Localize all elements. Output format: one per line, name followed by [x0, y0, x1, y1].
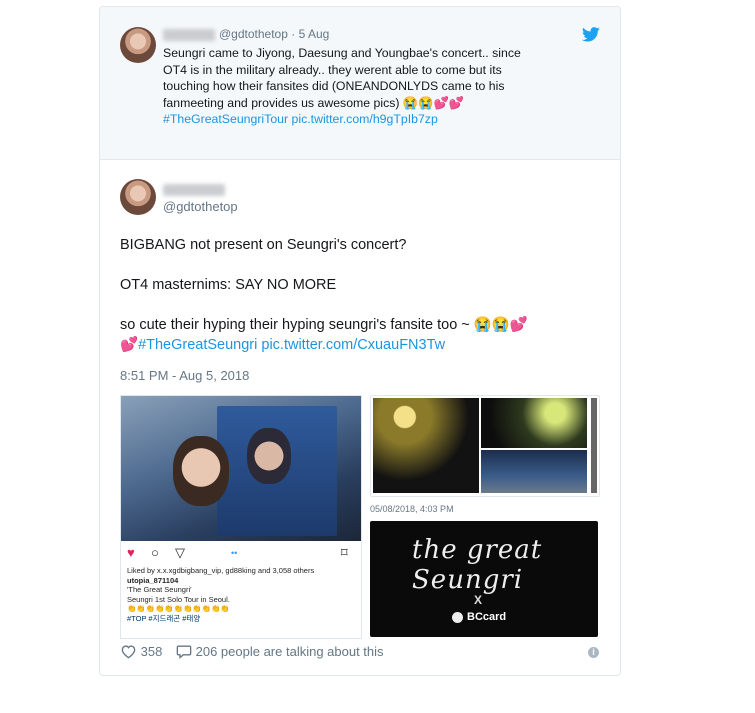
text-line: fanmeeting and provides us awesome pics)… — [163, 95, 465, 110]
scrollbar — [591, 398, 597, 493]
user-handle[interactable]: @gdtothetop — [163, 199, 238, 214]
blurred-display-name — [163, 28, 215, 41]
heart-outline-icon — [121, 645, 136, 659]
likes-text: Liked by x.x.xgdbigbang_vip, gd88king an… — [127, 566, 315, 575]
tweet-text: BIGBANG not present on Seungri's concert… — [120, 235, 600, 355]
twitter-bird-icon[interactable] — [582, 27, 600, 42]
hashtag-link[interactable]: #TheGreatSeungri — [138, 337, 257, 353]
embedded-tweet-card: @gdtothetop · 5 Aug Seungri came to Jiyo… — [99, 6, 621, 676]
great-seungri-bccard-image[interactable]: the great Seungri X BCcard — [370, 521, 598, 637]
pic-link[interactable]: pic.twitter.com/h9gTpIb7zp — [292, 112, 438, 126]
caption-claps: 👏👏👏👏👏👏👏👏👏👏👏 — [127, 604, 230, 613]
user-handle[interactable]: @gdtothetop — [219, 27, 288, 41]
text-line: touching how their fansites did (ONEANDO… — [163, 79, 505, 93]
avatar[interactable] — [120, 27, 156, 63]
like-action[interactable]: 358 — [120, 644, 162, 659]
stage-photo — [373, 398, 479, 493]
tweet-line-text: so cute their hyping their hyping seungr… — [120, 317, 528, 333]
speech-bubble-icon — [176, 645, 192, 659]
quoted-links: #TheGreatSeungriTour pic.twitter.com/h9g… — [163, 111, 593, 128]
heart-emoji: 💕 — [120, 337, 139, 353]
instagram-screenshot-image[interactable]: ♥ ○ ▽ •• ⌑ Liked by x.x.xgdbigbang_vip, … — [120, 395, 362, 639]
caption-line: 'The Great Seungri' — [127, 585, 192, 594]
avatar[interactable] — [120, 179, 156, 215]
person-face — [173, 436, 229, 506]
tweet-date[interactable]: 5 Aug — [299, 27, 330, 41]
caption-tags: #TOP #지드래곤 #태양 — [127, 613, 201, 623]
tweet-line: BIGBANG not present on Seungri's concert… — [120, 237, 407, 253]
caption-line: Seungri 1st Solo Tour in Seoul. — [127, 594, 230, 604]
sponsor-name: BCcard — [467, 611, 507, 623]
like-count: 358 — [140, 644, 163, 659]
tweet-line: so cute their hyping their hyping seungr… — [120, 315, 600, 355]
instagram-action-row: ♥ ○ ▽ •• ⌑ — [127, 545, 355, 563]
tweet-footer: 358 206 people are talking about this i — [120, 644, 600, 664]
text-line: Seungri came to Jiyong, Daesung and Youn… — [163, 46, 521, 60]
bccard-logo-icon — [452, 611, 463, 623]
separator-dot: · — [291, 27, 296, 41]
pic-link[interactable]: pic.twitter.com/CxuauFN3Tw — [261, 337, 445, 353]
screen-photo — [481, 450, 587, 493]
title-art: the great Seungri — [412, 535, 543, 595]
heart-icon: ♥ — [127, 545, 135, 560]
quoted-tweet-text: Seungri came to Jiyong, Daesung and Youn… — [163, 45, 593, 128]
text-line: OT4 is in the military already.. they we… — [163, 62, 502, 77]
sponsor-logo: BCcard — [452, 611, 506, 623]
instagram-caption: Liked by x.x.xgdbigbang_vip, gd88king an… — [127, 566, 355, 623]
conversation-action[interactable]: 206 people are talking about this — [176, 644, 384, 659]
ig-username: utopia_871104 — [127, 575, 179, 585]
info-icon[interactable]: i — [588, 647, 599, 658]
concert-stage-collage-image[interactable] — [370, 395, 600, 497]
quoted-tweet[interactable]: @gdtothetop · 5 Aug Seungri came to Jiyo… — [100, 7, 620, 160]
tweet-timestamp[interactable]: 8:51 PM - Aug 5, 2018 — [120, 368, 249, 383]
hashtag-link[interactable]: #TheGreatSeungriTour — [163, 112, 288, 126]
banner-face — [247, 428, 291, 484]
bookmark-icon: ⌑ — [341, 545, 348, 560]
carousel-dots: •• — [231, 548, 238, 558]
image-date-stamp: 05/08/2018, 4:03 PM — [370, 504, 454, 514]
concert-photo — [121, 396, 361, 541]
comment-icon: ○ — [151, 545, 159, 560]
quoted-tweet-header: @gdtothetop · 5 Aug — [163, 27, 329, 41]
share-icon: ▽ — [175, 545, 185, 560]
stage-photo — [481, 398, 587, 448]
x-mark: X — [474, 593, 483, 607]
talking-text: 206 people are talking about this — [195, 644, 384, 659]
blurred-display-name[interactable] — [163, 181, 229, 199]
tweet-media-grid: ♥ ○ ▽ •• ⌑ Liked by x.x.xgdbigbang_vip, … — [120, 395, 600, 639]
tweet-line: OT4 masternims: SAY NO MORE — [120, 277, 337, 293]
